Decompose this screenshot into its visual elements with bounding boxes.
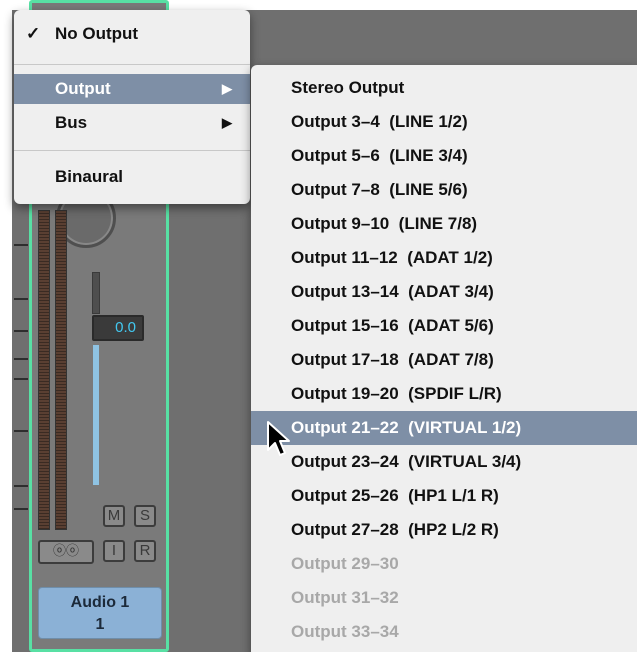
track-name-line2: 1 [95, 616, 105, 633]
fader-track[interactable] [92, 272, 100, 314]
submenu-item[interactable]: Stereo Output [251, 71, 637, 105]
submenu-item[interactable]: Output 25–26 (HP1 L/1 R) [251, 479, 637, 513]
submenu-item-label: Output 31–32 [291, 588, 399, 607]
checkmark-icon: ✓ [26, 24, 41, 43]
submenu-item-label: Output 29–30 [291, 554, 399, 573]
record-enable-button[interactable]: R [134, 540, 156, 562]
meter-scale-tick [14, 378, 28, 380]
submenu-item-label: Output 7–8 (LINE 5/6) [291, 180, 468, 199]
submenu-item-label: Output 23–24 (VIRTUAL 3/4) [291, 452, 522, 471]
submenu-arrow-icon: ▶ [222, 115, 232, 130]
mouse-pointer-icon [267, 421, 290, 456]
submenu-item[interactable]: Output 23–24 (VIRTUAL 3/4) [251, 445, 637, 479]
submenu-item-label: Output 3–4 (LINE 1/2) [291, 112, 468, 131]
submenu-item[interactable]: Output 3–4 (LINE 1/2) [251, 105, 637, 139]
menu-item-output[interactable]: Output ▶ [14, 74, 250, 104]
level-meter-right [55, 210, 67, 530]
submenu-item-disabled: Output 31–32 [251, 581, 637, 615]
meter-scale-tick [14, 298, 28, 300]
submenu-item-disabled: Output 29–30 [251, 547, 637, 581]
meter-scale-tick [14, 430, 28, 432]
submenu-item[interactable]: Output 17–18 (ADAT 7/8) [251, 343, 637, 377]
track-name-line1: Audio 1 [70, 594, 130, 611]
meter-scale-tick [14, 244, 28, 246]
meter-scale-tick [14, 485, 28, 487]
meter-scale-tick [14, 330, 28, 332]
submenu-item-label: Output 25–26 (HP1 L/1 R) [291, 486, 499, 505]
output-submenu: Stereo Output Output 3–4 (LINE 1/2) Outp… [251, 65, 637, 655]
window-left-edge [0, 0, 12, 655]
submenu-item[interactable]: Output 13–14 (ADAT 3/4) [251, 275, 637, 309]
output-menu: ✓ No Output Output ▶ Bus ▶ Binaural [14, 10, 250, 204]
menu-separator [14, 150, 250, 151]
submenu-item-label: Output 9–10 (LINE 7/8) [291, 214, 478, 233]
submenu-item-label: Output 33–34 [291, 622, 399, 641]
submenu-item[interactable]: Output 15–16 (ADAT 5/6) [251, 309, 637, 343]
submenu-item-label: Output 21–22 (VIRTUAL 1/2) [291, 418, 522, 437]
stereo-link-button[interactable]: ⓞⓞ [38, 540, 94, 564]
menu-item-binaural[interactable]: Binaural [14, 162, 250, 192]
submenu-item[interactable]: Output 11–12 (ADAT 1/2) [251, 241, 637, 275]
menu-item-bus[interactable]: Bus ▶ [14, 108, 250, 138]
meter-scale-tick [14, 508, 28, 510]
submenu-item-label: Output 19–20 (SPDIF L/R) [291, 384, 502, 403]
submenu-item-label: Stereo Output [291, 78, 405, 97]
input-monitor-button[interactable]: I [103, 540, 125, 562]
submenu-item[interactable]: Output 9–10 (LINE 7/8) [251, 207, 637, 241]
level-meter-left [38, 210, 50, 530]
submenu-item-highlighted[interactable]: Output 21–22 (VIRTUAL 1/2) [251, 411, 637, 445]
track-name[interactable]: Audio 1 1 [38, 587, 162, 639]
menu-separator [14, 64, 250, 65]
submenu-item-label: Output 5–6 (LINE 3/4) [291, 146, 468, 165]
submenu-arrow-icon: ▶ [222, 81, 232, 96]
meter-scale-tick [14, 358, 28, 360]
menu-item-label: Output [55, 79, 111, 98]
submenu-item-label: Output 13–14 (ADAT 3/4) [291, 282, 494, 301]
volume-readout[interactable]: 0.0 [92, 315, 144, 341]
solo-button[interactable]: S [134, 505, 156, 527]
menu-item-label: No Output [55, 24, 139, 43]
submenu-item[interactable]: Output 5–6 (LINE 3/4) [251, 139, 637, 173]
menu-item-label: Binaural [55, 167, 124, 186]
submenu-item-label: Output 15–16 (ADAT 5/6) [291, 316, 494, 335]
submenu-item-label: Output 27–28 (HP2 L/2 R) [291, 520, 499, 539]
menu-item-label: Bus [55, 113, 88, 132]
submenu-item[interactable]: Output 27–28 (HP2 L/2 R) [251, 513, 637, 547]
mute-button[interactable]: M [103, 505, 125, 527]
submenu-item-label: Output 11–12 (ADAT 1/2) [291, 248, 493, 267]
submenu-item-disabled: Output 33–34 [251, 615, 637, 649]
volume-fader[interactable] [93, 345, 99, 485]
submenu-item-label: Output 17–18 (ADAT 7/8) [291, 350, 494, 369]
submenu-item[interactable]: Output 7–8 (LINE 5/6) [251, 173, 637, 207]
submenu-item[interactable]: Output 19–20 (SPDIF L/R) [251, 377, 637, 411]
menu-item-no-output[interactable]: ✓ No Output [14, 19, 250, 49]
